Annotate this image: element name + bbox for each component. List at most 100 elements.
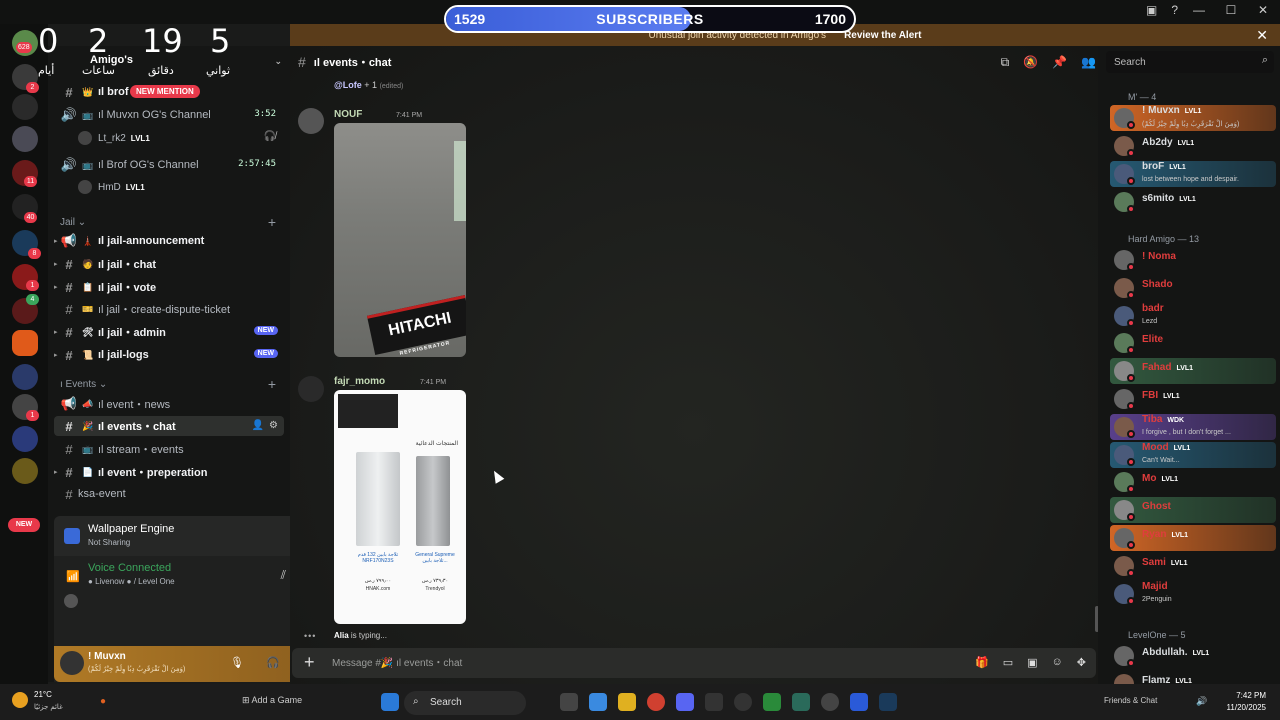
add-member-icon[interactable]: 👤	[252, 420, 264, 431]
channel-ksa-event[interactable]: # ksa-event	[54, 484, 284, 504]
maximize-icon[interactable]: ☐	[1224, 3, 1238, 17]
add-channel-icon[interactable]: +	[268, 214, 276, 230]
app-icon[interactable]	[705, 693, 723, 711]
message-author[interactable]: fajr_momo	[334, 376, 385, 387]
steam-icon[interactable]	[879, 693, 897, 711]
gear-icon[interactable]: ⚙	[269, 420, 278, 431]
noise-suppression-icon[interactable]: ⫽	[281, 568, 286, 583]
inbox-icon[interactable]: ▣	[1146, 3, 1157, 17]
new-mention-pill[interactable]: NEW MENTION	[130, 85, 200, 98]
server-icon[interactable]	[12, 364, 38, 390]
channel-events-chat[interactable]: # 🎉 ıl events・chat 👤 ⚙	[54, 416, 284, 436]
app-icon[interactable]	[821, 693, 839, 711]
app-icon[interactable]	[763, 693, 781, 711]
member-row[interactable]: Ryan LVL1	[1110, 525, 1276, 551]
friends-chat-button[interactable]: Friends & Chat	[1104, 696, 1157, 705]
apps-icon[interactable]: ✥	[1077, 656, 1086, 669]
image-attachment[interactable]: المنتجات الدعائية ثلاجة بابين 132 قدم NR…	[334, 390, 466, 624]
server-icon[interactable]	[12, 458, 38, 484]
microphone-icon[interactable]: 🎙	[230, 656, 244, 669]
member-row[interactable]: Ghost	[1110, 497, 1276, 524]
channel-jail-chat[interactable]: ▸ # 🧑 ıl jail・chat	[54, 254, 284, 274]
avatar[interactable]	[298, 108, 324, 134]
taskbar-search[interactable]: ⌕ Search	[404, 691, 526, 715]
member-row[interactable]: Mood LVL1 Can't Wait...	[1110, 441, 1276, 468]
channel-jail-logs[interactable]: ▸ # 📜 ıl jail-logs NEW	[54, 345, 284, 365]
close-icon[interactable]: ✕	[1256, 27, 1268, 44]
app-icon[interactable]	[734, 693, 752, 711]
member-row[interactable]: ! Muvxn LVL1 (وَمِنَ الْ تَقْرَقَرِبُ دِبُ…	[1110, 105, 1276, 131]
member-row[interactable]: Ab2dy LVL1	[1110, 133, 1276, 159]
gift-icon[interactable]: 🎁	[975, 656, 989, 669]
member-row[interactable]: FBI LVL1	[1110, 386, 1276, 412]
app-icon[interactable]: ●	[100, 696, 106, 707]
channel-event-news[interactable]: 📢 📣 ıl event・news	[54, 394, 284, 414]
chrome-icon[interactable]	[647, 693, 665, 711]
member-row[interactable]: ! Noma	[1110, 247, 1276, 273]
add-channel-icon[interactable]: +	[268, 376, 276, 392]
channel-emoji: 🧑	[82, 258, 94, 269]
channel-jail-announcement[interactable]: ▸ 📢 🗼 ıl jail-announcement	[54, 231, 284, 251]
app-icon[interactable]	[792, 693, 810, 711]
member-row[interactable]: Sami LVL1	[1110, 553, 1276, 579]
channel-jail-create-dispute-ticket[interactable]: # 🎫 ıl jail・create-dispute-ticket	[54, 299, 284, 319]
server-icon[interactable]	[12, 330, 38, 356]
pin-icon[interactable]: 📌	[1052, 55, 1067, 70]
task-view-icon[interactable]	[560, 693, 578, 711]
server-icon[interactable]	[12, 94, 38, 120]
avatar[interactable]	[298, 376, 324, 402]
member-row[interactable]: Shado	[1110, 275, 1276, 301]
notifications-off-icon[interactable]: 🔕	[1023, 55, 1038, 70]
file-explorer-icon[interactable]	[618, 693, 636, 711]
add-game-button[interactable]: ⊞ Add a Game	[242, 695, 302, 706]
sticker-icon[interactable]: ▣	[1027, 656, 1037, 669]
category-events[interactable]: ı Events ⌄	[60, 379, 107, 390]
search-input[interactable]	[1114, 55, 1244, 69]
server-icon[interactable]	[12, 126, 38, 152]
member-row[interactable]: Mo LVL1	[1110, 469, 1276, 495]
emoji-icon[interactable]: ☺	[1052, 656, 1063, 669]
discord-icon[interactable]	[676, 693, 694, 711]
member-list-icon[interactable]: 👥	[1081, 55, 1096, 70]
app-icon[interactable]	[850, 693, 868, 711]
image-attachment[interactable]: HITACHI REFRIGERATOR	[334, 123, 466, 357]
help-icon[interactable]: ?	[1171, 3, 1178, 17]
avatar[interactable]	[60, 651, 84, 675]
member-row[interactable]: Tiba WDK I forgive , but I don't forget ..…	[1110, 413, 1276, 440]
member-row[interactable]: Fahad LVL1	[1110, 358, 1276, 385]
voice-user[interactable]: Lt_rk2 LVL1	[78, 129, 150, 147]
channel-jail-vote[interactable]: ▸ # 📋 ıl jail・vote	[54, 277, 284, 297]
gif-icon[interactable]: ▭	[1003, 656, 1013, 669]
voice-sub[interactable]: ● Livenow ● / Level One	[88, 577, 175, 586]
close-window-icon[interactable]: ✕	[1256, 3, 1270, 17]
clock[interactable]: 7:42 PM 11/20/2025	[1227, 690, 1266, 714]
windows-start-icon[interactable]	[381, 693, 399, 711]
copilot-icon[interactable]	[589, 693, 607, 711]
attach-plus-icon[interactable]: +	[304, 652, 315, 673]
new-servers-pill[interactable]: NEW	[8, 518, 40, 532]
review-alert-link[interactable]: Review the Alert	[844, 30, 921, 41]
voice-channel-muvxn[interactable]: 🔊 📺 ıl Muvxn OG's Channel 3:52	[54, 105, 284, 125]
channel-stream-events[interactable]: # 📺 ıl stream・events	[54, 439, 284, 459]
member-row[interactable]: Majid 2Penguin	[1110, 581, 1276, 607]
message-input[interactable]	[332, 655, 932, 671]
member-row[interactable]: badr Lezd	[1110, 303, 1276, 329]
channel-event-preperation[interactable]: ▸ # 📄 ıl event・preperation	[54, 462, 284, 482]
threads-icon[interactable]: ⧉	[1001, 55, 1010, 70]
member-row[interactable]: s6mito LVL1	[1110, 189, 1276, 215]
headphones-icon[interactable]: 🎧	[266, 656, 280, 669]
minimize-icon[interactable]: —	[1192, 3, 1206, 17]
volume-icon[interactable]: 🔊	[1196, 696, 1207, 707]
member-row[interactable]: broF LVL1 lost between hope and despair.	[1110, 161, 1276, 187]
voice-channel-brof[interactable]: 🔊 📺 ıl Brof OG's Channel 2:57:45	[54, 155, 284, 175]
channel-jail-admin[interactable]: ▸ # 🛠 ıl jail・admin NEW	[54, 322, 284, 342]
level-badge: LVL1	[130, 133, 150, 143]
message-author[interactable]: NOUF	[334, 109, 362, 120]
category-jail[interactable]: Jail ⌄	[60, 217, 86, 228]
voice-user[interactable]: HmD LVL1	[78, 178, 145, 196]
member-row[interactable]: Abdullah. LVL1	[1110, 643, 1276, 669]
member-row[interactable]: Elite	[1110, 330, 1276, 356]
status-dot	[1127, 318, 1135, 327]
server-icon[interactable]	[12, 426, 38, 452]
level-badge: LVL1	[125, 182, 145, 192]
